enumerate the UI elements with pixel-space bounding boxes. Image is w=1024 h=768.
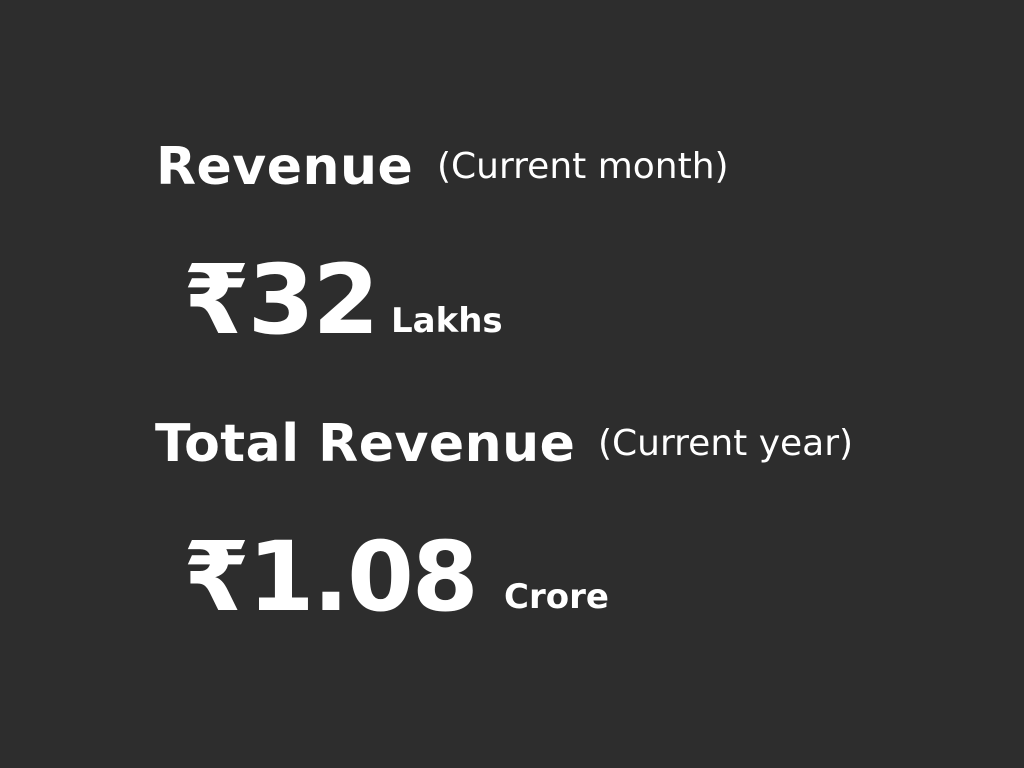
monthly-revenue-amount: ₹32 xyxy=(183,244,379,356)
revenue-summary-slide: Revenue (Current month) ₹32 Lakhs Total … xyxy=(0,0,1024,768)
yearly-revenue-heading: Total Revenue xyxy=(155,414,576,474)
monthly-revenue-unit: Lakhs xyxy=(391,301,503,341)
yearly-revenue-unit: Crore xyxy=(504,577,609,617)
monthly-period-label: (Current month) xyxy=(437,146,729,187)
monthly-revenue-heading: Revenue xyxy=(156,137,414,197)
yearly-revenue-amount: ₹1.08 xyxy=(183,521,479,633)
yearly-period-label: (Current year) xyxy=(598,423,854,464)
